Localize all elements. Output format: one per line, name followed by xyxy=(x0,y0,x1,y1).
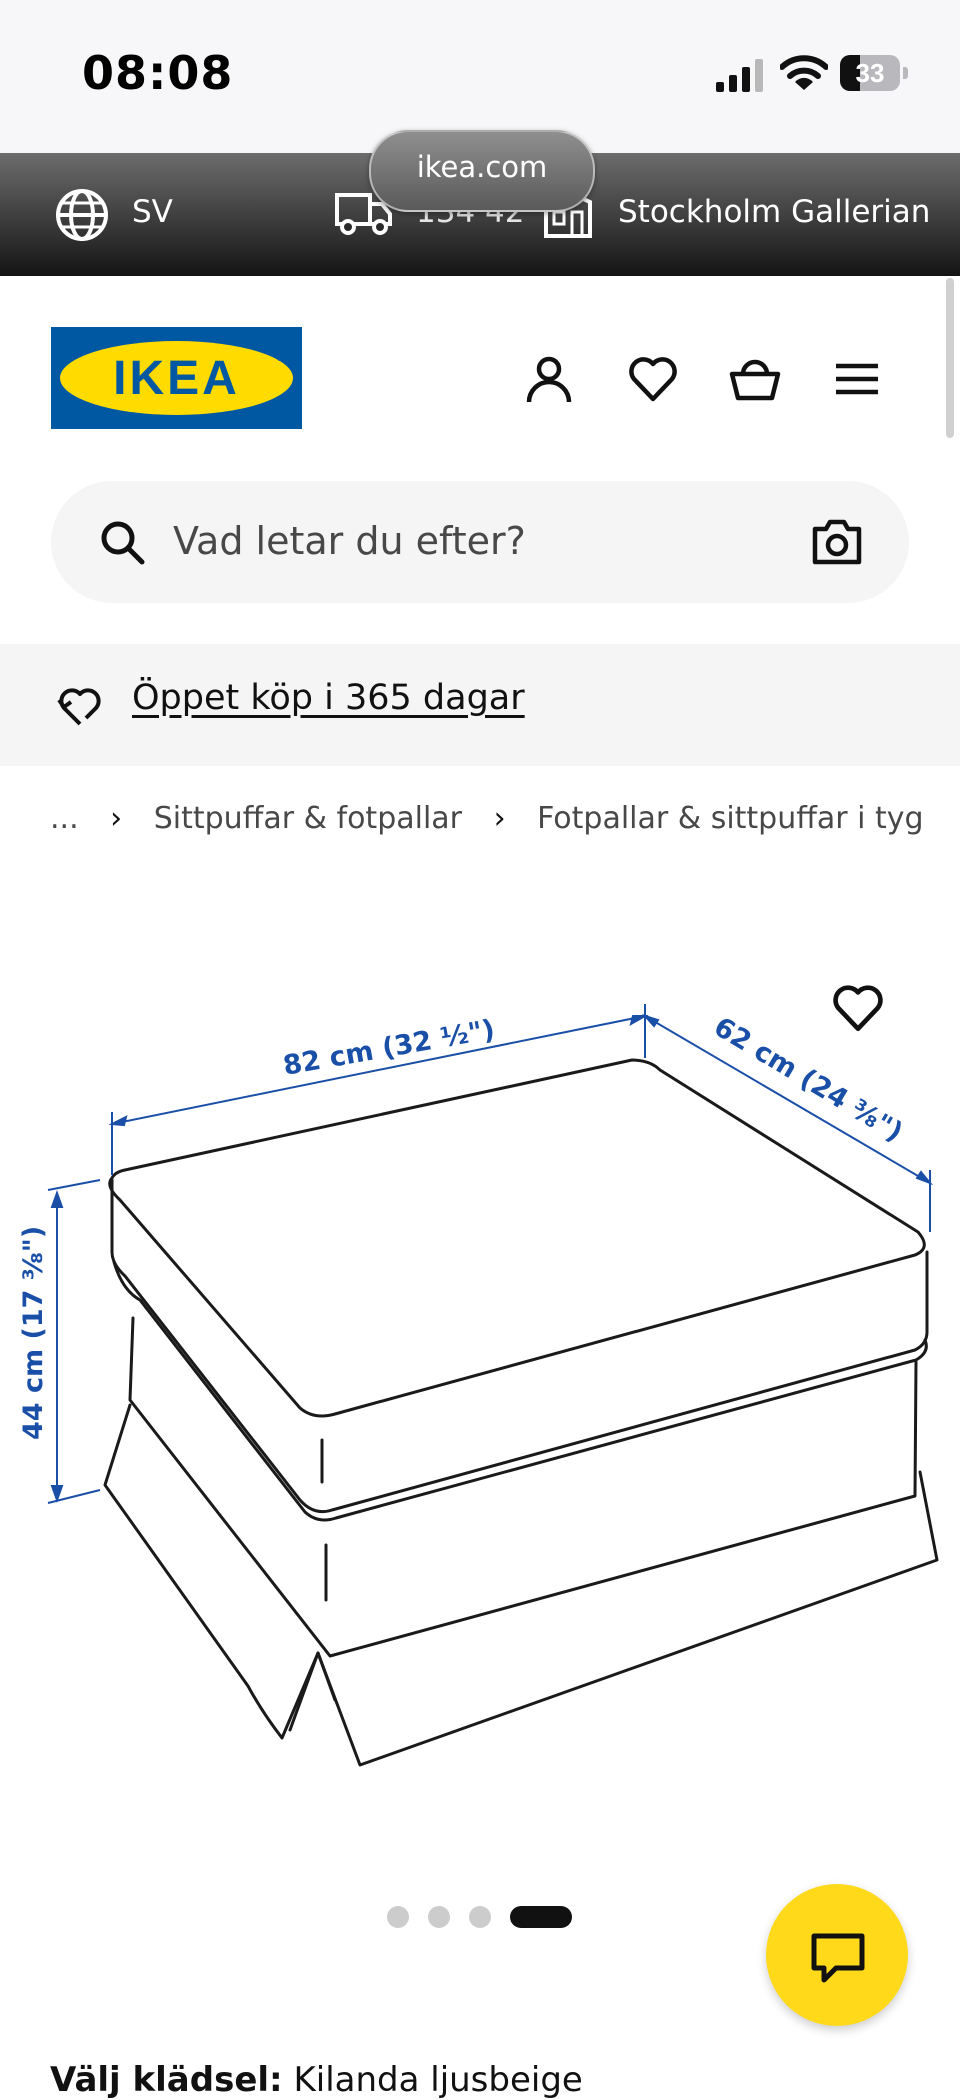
heart-return-icon xyxy=(57,688,101,726)
globe-icon[interactable] xyxy=(54,187,110,243)
promo-link[interactable]: Öppet köp i 365 dagar xyxy=(132,678,525,718)
menu-icon[interactable] xyxy=(830,352,884,406)
carousel-dot[interactable] xyxy=(387,1906,409,1928)
heart-icon[interactable] xyxy=(626,352,680,406)
wifi-icon xyxy=(780,55,828,90)
carousel-dot[interactable] xyxy=(428,1906,450,1928)
language-selector[interactable]: SV xyxy=(132,194,173,230)
account-icon[interactable] xyxy=(522,352,576,406)
logo-text: IKEA xyxy=(113,352,240,405)
scrollbar[interactable] xyxy=(946,278,954,438)
favorite-heart-icon[interactable] xyxy=(830,980,886,1036)
breadcrumb-item[interactable]: Fotpallar & sittpuffar i tyg xyxy=(537,801,923,836)
search-icon xyxy=(101,521,145,565)
ikea-logo[interactable]: IKEA ® xyxy=(51,327,302,429)
battery-indicator: 33 xyxy=(840,55,910,93)
chevron-right-icon: › xyxy=(110,801,123,836)
chat-icon xyxy=(811,1933,865,1983)
cellular-signal-icon xyxy=(716,59,763,92)
promo-banner[interactable]: Öppet köp i 365 dagar xyxy=(0,644,960,766)
camera-icon[interactable] xyxy=(811,517,863,567)
chevron-right-icon: › xyxy=(493,801,506,836)
shopping-basket-icon[interactable] xyxy=(728,352,782,406)
store-selector[interactable]: Stockholm Gallerian xyxy=(618,194,930,230)
url-text: ikea.com xyxy=(416,150,548,184)
chat-button[interactable] xyxy=(766,1884,908,2026)
breadcrumb-item[interactable]: Sittpuffar & fotpallar xyxy=(154,801,462,836)
height-dimension-label: 44 cm (17 ⅜") xyxy=(18,1226,49,1440)
breadcrumb: ... › Sittpuffar & fotpallar › Fotpallar… xyxy=(50,800,924,844)
carousel-dot[interactable] xyxy=(469,1906,491,1928)
browser-url-pill[interactable]: ikea.com xyxy=(369,130,595,212)
search-input[interactable] xyxy=(173,511,753,571)
search-bar[interactable] xyxy=(51,481,909,603)
breadcrumb-ellipsis[interactable]: ... xyxy=(50,801,79,836)
carousel-dot-active[interactable] xyxy=(510,1906,572,1928)
upholstery-selection-text[interactable]: Välj klädsel: Kilanda ljusbeige xyxy=(50,2060,583,2100)
clock: 08:08 xyxy=(82,46,234,100)
product-dimension-image[interactable]: 82 cm (32 ½") 62 cm (24 ⅜") 44 cm (17 ⅜"… xyxy=(0,960,960,1800)
width-dimension-label: 82 cm (32 ½") xyxy=(281,1014,497,1082)
